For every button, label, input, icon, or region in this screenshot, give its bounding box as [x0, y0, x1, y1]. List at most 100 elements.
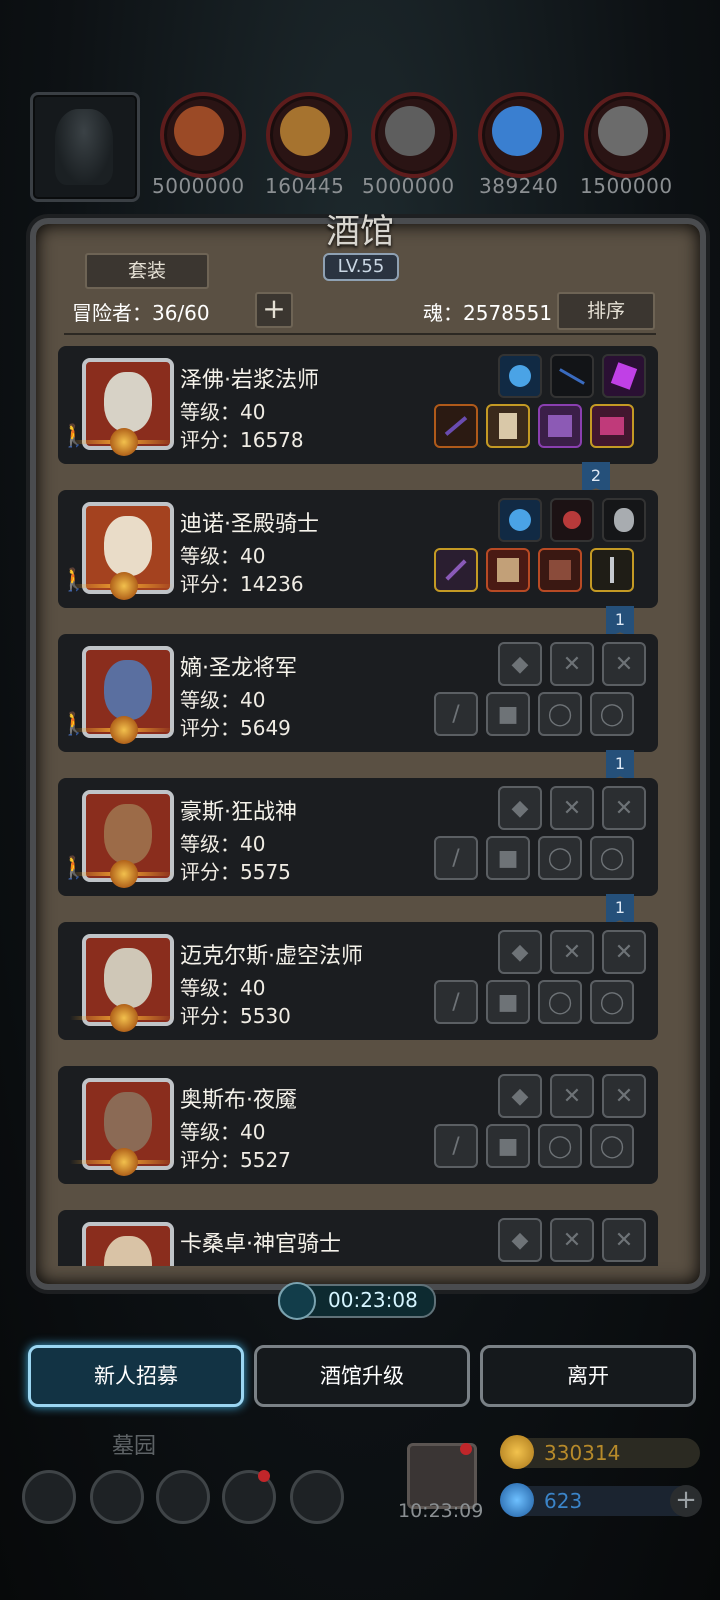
- scepter-icon[interactable]: [434, 548, 478, 592]
- rank-emblem-icon: [110, 572, 138, 600]
- empty-hourglass-slot-icon[interactable]: ✕: [602, 930, 646, 974]
- empty-ring-slot-icon[interactable]: ◯: [590, 1124, 634, 1168]
- hero-card[interactable]: 🚶 嫡·圣龙将军 等级：40 评分：5649 ◆ ✕ ✕ / ■ ◯ ◯: [58, 634, 658, 752]
- orb-gem-icon[interactable]: [498, 498, 542, 542]
- empty-weapon-slot-icon[interactable]: /: [434, 980, 478, 1024]
- hero-list[interactable]: 🚶 泽佛·岩浆法师 等级：40 评分：16578 2 🚶 迪诺·圣殿骑士 等级：…: [58, 346, 658, 1266]
- player-avatar[interactable]: [30, 92, 140, 202]
- clock-icon: [278, 1282, 316, 1320]
- map-icon[interactable]: [290, 1470, 344, 1524]
- robe-armor-icon[interactable]: [486, 404, 530, 448]
- empty-armor-slot-icon[interactable]: ■: [486, 980, 530, 1024]
- hero-face: [104, 948, 152, 1008]
- purple-crystal-icon[interactable]: [602, 354, 646, 398]
- iron-resource-icon[interactable]: [584, 92, 670, 178]
- tavern-timer: 00:23:08: [278, 1282, 436, 1320]
- crystal-resource-icon[interactable]: [478, 92, 564, 178]
- divider: [64, 333, 656, 335]
- empty-armor-slot-icon[interactable]: ■: [486, 1124, 530, 1168]
- hero-score: 评分：5527: [180, 1148, 291, 1172]
- adventurers-count: 冒险者：36/60: [72, 301, 210, 325]
- empty-weapon-slot-icon[interactable]: /: [434, 692, 478, 736]
- wood-resource-icon[interactable]: [266, 92, 352, 178]
- plate-armor-icon[interactable]: [486, 548, 530, 592]
- hero-score: 评分：5649: [180, 716, 291, 740]
- upgrade-tavern-button[interactable]: 酒馆升级: [254, 1345, 470, 1407]
- gold-counter: 330314: [500, 1435, 700, 1469]
- empty-gem-slot-icon[interactable]: ◆: [498, 1218, 542, 1262]
- staff-item-icon[interactable]: [550, 354, 594, 398]
- empty-armor-slot-icon[interactable]: ■: [486, 836, 530, 880]
- hero-card[interactable]: 🚶 迪诺·圣殿骑士 等级：40 评分：14236: [58, 490, 658, 608]
- hero-level: 等级：40: [180, 688, 266, 712]
- empty-gem-slot-icon[interactable]: ◆: [498, 930, 542, 974]
- gift-notification-dot: [460, 1443, 472, 1455]
- walking-figure-icon: 🚶: [60, 568, 88, 593]
- compass-icon[interactable]: [90, 1470, 144, 1524]
- empty-weapon-slot-icon[interactable]: /: [434, 836, 478, 880]
- hero-portrait: [82, 1222, 174, 1266]
- empty-ring-slot-icon[interactable]: ◯: [538, 980, 582, 1024]
- mask-item-icon[interactable]: [602, 498, 646, 542]
- hero-name: 卡桑卓·神官骑士: [180, 1232, 341, 1257]
- hero-card[interactable]: 迈克尔斯·虚空法师 等级：40 评分：5530 ◆ ✕ ✕ / ■ ◯ ◯: [58, 922, 658, 1040]
- empty-hourglass-slot-icon[interactable]: ✕: [550, 1074, 594, 1118]
- empty-armor-slot-icon[interactable]: ■: [486, 692, 530, 736]
- meat-resource-icon[interactable]: [160, 92, 246, 178]
- settings-gear-icon[interactable]: [22, 1470, 76, 1524]
- hero-face: [104, 804, 152, 864]
- suit-button[interactable]: 套装: [85, 253, 209, 289]
- empty-hourglass-slot-icon[interactable]: ✕: [602, 1074, 646, 1118]
- empty-hourglass-slot-icon[interactable]: ✕: [550, 1218, 594, 1262]
- empty-ring-slot-icon[interactable]: ◯: [590, 836, 634, 880]
- empty-ring-slot-icon[interactable]: ◯: [538, 1124, 582, 1168]
- gem-amount: 623: [544, 1489, 583, 1513]
- hero-name: 豪斯·狂战神: [180, 800, 297, 825]
- empty-hourglass-slot-icon[interactable]: ✕: [602, 642, 646, 686]
- gem-icon: [500, 1483, 534, 1517]
- hero-card[interactable]: 🚶 豪斯·狂战神 等级：40 评分：5575 ◆ ✕ ✕ / ■ ◯ ◯: [58, 778, 658, 896]
- hero-level: 等级：40: [180, 400, 266, 424]
- stone-value: 5000000: [362, 174, 455, 198]
- trident-icon[interactable]: [590, 548, 634, 592]
- add-slots-button[interactable]: +: [255, 292, 293, 328]
- recruit-button[interactable]: 新人招募: [28, 1345, 244, 1407]
- add-currency-button[interactable]: +: [670, 1485, 702, 1517]
- hero-card[interactable]: 🚶 泽佛·岩浆法师 等级：40 评分：16578: [58, 346, 658, 464]
- walking-figure-icon: 🚶: [60, 712, 88, 737]
- rank-emblem-icon: [110, 1004, 138, 1032]
- empty-ring-slot-icon[interactable]: ◯: [590, 980, 634, 1024]
- notification-dot: [258, 1470, 270, 1482]
- iron-value: 1500000: [580, 174, 673, 198]
- leave-button[interactable]: 离开: [480, 1345, 696, 1407]
- empty-hourglass-slot-icon[interactable]: ✕: [602, 1218, 646, 1262]
- empty-gem-slot-icon[interactable]: ◆: [498, 642, 542, 686]
- rose-item-icon[interactable]: [550, 498, 594, 542]
- gate-icon[interactable]: [156, 1470, 210, 1524]
- graveyard-label[interactable]: 墓园: [112, 1428, 156, 1460]
- hero-score: 评分：14236: [180, 572, 304, 596]
- empty-hourglass-slot-icon[interactable]: ✕: [550, 786, 594, 830]
- wood-value: 160445: [265, 174, 345, 198]
- empty-hourglass-slot-icon[interactable]: ✕: [550, 930, 594, 974]
- empty-ring-slot-icon[interactable]: ◯: [538, 836, 582, 880]
- hero-level: 等级：40: [180, 1120, 266, 1144]
- hero-level: 等级：40: [180, 976, 266, 1000]
- hero-card[interactable]: 卡桑卓·神官骑士 ◆ ✕ ✕: [58, 1210, 658, 1266]
- empty-weapon-slot-icon[interactable]: /: [434, 1124, 478, 1168]
- orb-gem-icon[interactable]: [498, 354, 542, 398]
- empty-ring-slot-icon[interactable]: ◯: [538, 692, 582, 736]
- empty-hourglass-slot-icon[interactable]: ✕: [602, 786, 646, 830]
- empty-hourglass-slot-icon[interactable]: ✕: [550, 642, 594, 686]
- boots-icon[interactable]: [590, 404, 634, 448]
- tome-icon[interactable]: [538, 548, 582, 592]
- empty-gem-slot-icon[interactable]: ◆: [498, 1074, 542, 1118]
- hero-name: 迈克尔斯·虚空法师: [180, 944, 363, 969]
- sort-button[interactable]: 排序: [557, 292, 655, 330]
- empty-gem-slot-icon[interactable]: ◆: [498, 786, 542, 830]
- spellbook-icon[interactable]: [538, 404, 582, 448]
- dark-wand-icon[interactable]: [434, 404, 478, 448]
- hero-card[interactable]: 奥斯布·夜魇 等级：40 评分：5527 ◆ ✕ ✕ / ■ ◯ ◯: [58, 1066, 658, 1184]
- stone-resource-icon[interactable]: [371, 92, 457, 178]
- empty-ring-slot-icon[interactable]: ◯: [590, 692, 634, 736]
